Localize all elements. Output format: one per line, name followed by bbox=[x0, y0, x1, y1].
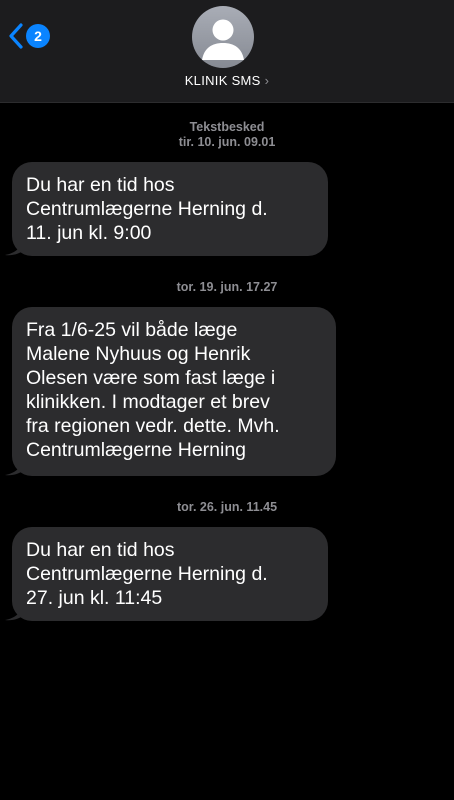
conversation-header: 2 KLINIK SMS › bbox=[0, 0, 454, 103]
message-timestamp: tor. 26. jun. 11.45 bbox=[176, 500, 278, 514]
message-timestamp: tor. 19. jun. 17.27 bbox=[176, 280, 278, 294]
person-icon bbox=[202, 19, 244, 60]
received-message-bubble[interactable]: Du har en tid hos Centrumlægerne Herning… bbox=[12, 527, 328, 621]
received-message-bubble[interactable]: Du har en tid hos Centrumlægerne Herning… bbox=[12, 162, 328, 256]
received-message-bubble[interactable]: Fra 1/6-25 vil både læge Malene Nyhuus o… bbox=[12, 307, 336, 476]
contact-name: KLINIK SMS bbox=[184, 73, 261, 88]
chevron-left-icon bbox=[8, 23, 24, 49]
message-timestamp: tir. 10. jun. 09.01 bbox=[178, 135, 276, 149]
unread-count-badge: 2 bbox=[26, 24, 50, 48]
chevron-right-icon: › bbox=[264, 73, 270, 88]
back-button[interactable]: 2 bbox=[8, 22, 50, 50]
contact-avatar[interactable] bbox=[192, 6, 254, 68]
contact-name-button[interactable]: KLINIK SMS › bbox=[0, 73, 454, 88]
message-type-label: Tekstbesked bbox=[189, 120, 265, 134]
